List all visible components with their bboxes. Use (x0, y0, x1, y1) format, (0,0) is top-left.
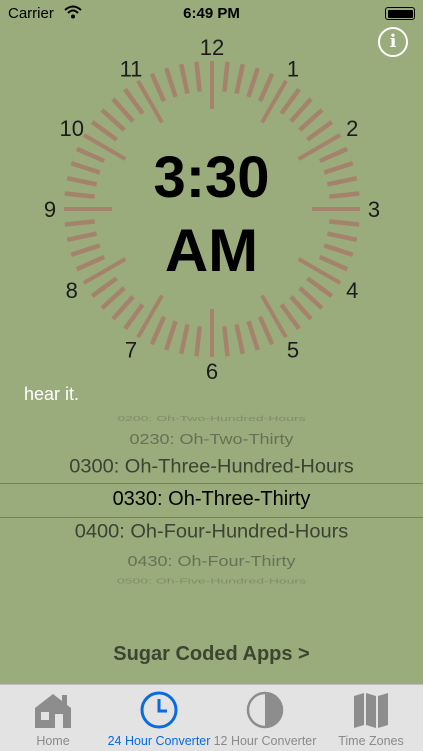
minor-tick (257, 72, 275, 103)
minor-tick (111, 295, 135, 321)
minor-tick (179, 323, 190, 355)
minor-tick (246, 320, 260, 351)
minor-tick (194, 61, 202, 92)
picker-row[interactable]: 0500: Oh-Five-Hundred-Hours (0, 577, 423, 586)
picker-row[interactable]: 0300: Oh-Three-Hundred-Hours (0, 457, 423, 479)
tab-label: 24 Hour Converter (107, 734, 211, 748)
minor-tick (234, 323, 245, 355)
minor-tick (234, 63, 245, 95)
dial-number: 1 (287, 57, 299, 82)
tab-label: Time Zones (338, 734, 404, 748)
tab-12-hour-converter[interactable]: 12 Hour Converter (212, 685, 318, 751)
dial-number: 5 (287, 337, 299, 362)
minor-tick (123, 87, 145, 115)
minor-tick (100, 108, 126, 132)
picker-selection-bottom (0, 517, 423, 518)
minor-tick (164, 67, 178, 98)
minor-tick (246, 67, 260, 98)
picker-row-selected[interactable]: 0330: Oh-Three-Thirty (0, 488, 423, 511)
minor-tick (298, 108, 324, 132)
house-icon (35, 694, 71, 728)
dial-number: 12 (200, 35, 224, 60)
tab-bar: Home 24 Hour Converter 12 Hour Converter… (0, 684, 423, 751)
minor-tick (194, 326, 202, 357)
minor-tick (123, 303, 145, 331)
tab-label: 12 Hour Converter (213, 734, 317, 748)
minor-tick (90, 120, 118, 142)
minor-tick (306, 120, 334, 142)
minor-tick (222, 61, 230, 92)
dial-number: 10 (59, 116, 83, 141)
picker-row[interactable]: 0200: Oh-Two-Hundred-Hours (0, 414, 423, 423)
minor-tick (298, 286, 324, 310)
hear-it-label[interactable]: hear it. (24, 384, 79, 405)
half-circle-icon (246, 691, 284, 729)
picker-row[interactable]: 0230: Oh-Two-Thirty (0, 431, 423, 448)
minor-tick (257, 315, 275, 346)
time-picker[interactable]: 0200: Oh-Two-Hundred-Hours 0230: Oh-Two-T… (0, 405, 423, 590)
minor-tick (111, 97, 135, 123)
map-icon (354, 693, 388, 728)
minor-tick (279, 87, 301, 115)
minor-tick (279, 303, 301, 331)
minor-tick (164, 320, 178, 351)
sugar-coded-apps-link[interactable]: Sugar Coded Apps > (0, 643, 423, 666)
tab-home[interactable]: Home (0, 685, 106, 751)
minor-tick (149, 72, 167, 103)
minor-tick (289, 97, 313, 123)
dial-number: 7 (125, 337, 137, 362)
minor-tick (100, 286, 126, 310)
minor-tick (179, 63, 190, 95)
digital-ampm: AM (164, 217, 259, 284)
picker-row[interactable]: 0400: Oh-Four-Hundred-Hours (0, 522, 423, 544)
picker-row[interactable]: 0430: Oh-Four-Thirty (0, 553, 423, 570)
tab-24-hour-converter[interactable]: 24 Hour Converter (106, 685, 212, 751)
picker-selection-top (0, 483, 423, 484)
tab-label: Home (36, 734, 70, 748)
digital-time: 3:30 (153, 145, 270, 210)
minor-tick (222, 326, 230, 357)
tab-time-zones[interactable]: Time Zones (318, 685, 423, 751)
dial-number: 11 (120, 57, 143, 82)
clock-icon (140, 691, 178, 729)
dial-number: 2 (346, 116, 358, 141)
minor-tick (149, 315, 167, 346)
dial-number: 6 (206, 359, 218, 384)
minor-tick (289, 295, 313, 321)
